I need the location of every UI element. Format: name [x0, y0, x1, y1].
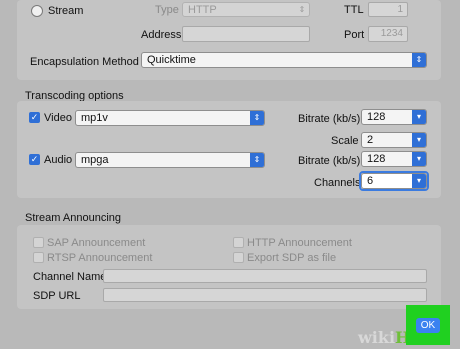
encapsulation-select[interactable]: Quicktime ⇕ [141, 52, 427, 68]
sdp-url-label: SDP URL [33, 290, 81, 302]
encapsulation-value: Quicktime [147, 54, 196, 66]
video-label: Video [44, 112, 72, 124]
encapsulation-label: Encapsulation Method [30, 56, 139, 68]
channels-label: Channels [314, 177, 361, 189]
ttl-label: TTL [344, 4, 364, 16]
announcing-title: Stream Announcing [25, 212, 122, 224]
chevron-updown-icon: ⇕ [250, 153, 264, 167]
rtsp-checkbox[interactable] [33, 252, 44, 263]
channel-name-label: Channel Name [33, 271, 107, 283]
chevron-down-icon: ▾ [412, 152, 426, 166]
watermark-wiki: wiki [358, 328, 396, 347]
audio-bitrate-label: Bitrate (kb/s) [298, 155, 361, 167]
scale-value: 2 [367, 134, 374, 146]
scale-select[interactable]: 2 ▾ [361, 132, 427, 148]
channel-name-field[interactable] [103, 269, 427, 283]
type-select-value: HTTP [188, 4, 217, 16]
rtsp-label: RTSP Announcement [47, 252, 153, 264]
audio-codec-select[interactable]: mpga ⇕ [75, 152, 265, 168]
chevron-updown-icon: ⇕ [298, 5, 306, 14]
channels-select[interactable]: 6 ▾ [361, 173, 427, 189]
video-checkbox[interactable]: ✓ [29, 112, 40, 123]
audio-label: Audio [44, 154, 73, 166]
http-announcement-label: HTTP Announcement [247, 237, 352, 249]
chevron-updown-icon: ⇕ [412, 53, 426, 67]
chevron-down-icon: ▾ [412, 110, 426, 124]
sap-checkbox[interactable] [33, 237, 44, 248]
stream-radio[interactable] [31, 5, 43, 17]
chevron-down-icon: ▾ [412, 133, 426, 147]
audio-bitrate-value: 128 [367, 153, 386, 165]
ok-button[interactable]: OK [416, 318, 440, 333]
video-bitrate-select[interactable]: 128 ▾ [361, 109, 427, 125]
sap-label: SAP Announcement [47, 237, 146, 249]
chevron-down-icon: ▾ [412, 174, 426, 188]
scale-label: Scale [331, 135, 359, 147]
stream-radio-label: Stream [48, 5, 84, 17]
export-sdp-label: Export SDP as file [247, 252, 337, 264]
address-label: Address [141, 29, 182, 41]
video-codec-value: mp1v [81, 112, 108, 124]
sdp-url-field[interactable] [103, 288, 427, 302]
audio-bitrate-select[interactable]: 128 ▾ [361, 151, 427, 167]
chevron-updown-icon: ⇕ [250, 111, 264, 125]
audio-checkbox[interactable]: ✓ [29, 154, 40, 165]
audio-codec-value: mpga [81, 154, 109, 166]
port-field[interactable]: 1234 [368, 26, 408, 42]
ok-highlight: OK [406, 305, 450, 345]
ttl-field[interactable]: 1 [368, 2, 408, 17]
channels-value: 6 [367, 175, 374, 187]
video-codec-select[interactable]: mp1v ⇕ [75, 110, 265, 126]
video-bitrate-value: 128 [367, 111, 386, 123]
type-select[interactable]: HTTP ⇕ [182, 2, 310, 17]
type-label: Type [155, 4, 179, 16]
export-sdp-checkbox[interactable] [233, 252, 244, 263]
http-announcement-checkbox[interactable] [233, 237, 244, 248]
address-field[interactable] [182, 26, 310, 42]
video-bitrate-label: Bitrate (kb/s) [298, 113, 361, 125]
port-label: Port [344, 29, 365, 41]
